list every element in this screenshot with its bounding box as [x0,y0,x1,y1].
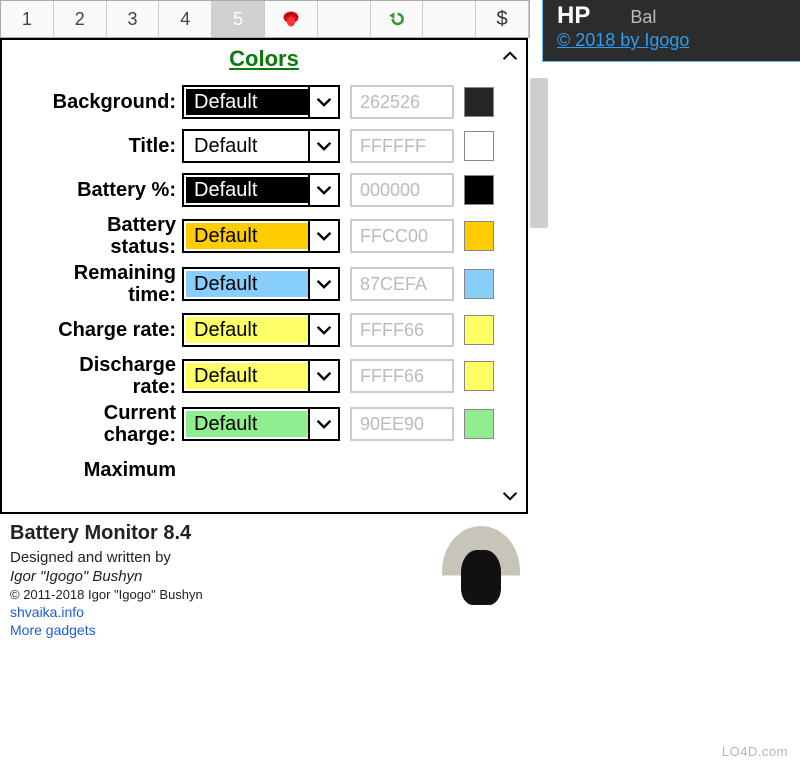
popup-bal-label: Bal [630,7,656,28]
popup-tooltip: HP Bal © 2018 by Igogo [542,0,800,62]
hex-input[interactable]: 90EE90 [350,407,454,441]
chevron-down-icon [308,409,338,439]
tab-bar: 1 2 3 4 5 $ [0,0,530,38]
dropdown-value: Default [184,409,308,439]
dropdown-value: Default [184,131,308,161]
dropdown-value: Default [184,221,308,251]
cat-icon [461,550,501,605]
watermark-text: LO4D.com [722,744,788,759]
tab-spacer-2 [423,1,476,37]
hex-input[interactable]: FFFF66 [350,313,454,347]
popup-copyright-link[interactable]: © 2018 by Igogo [557,30,689,50]
color-label: Batterystatus: [2,214,182,258]
dropdown-value: Default [184,269,308,299]
about-author: Igor "Igogo" Bushyn [10,568,432,585]
color-row: Dischargerate:Default FFFF66 [2,352,526,400]
dollar-icon[interactable]: $ [476,1,529,37]
tab-4[interactable]: 4 [159,1,212,37]
about-designed: Designed and written by [10,549,432,566]
chevron-down-icon [308,315,338,345]
app-title: Battery Monitor 8.4 [10,522,432,545]
hex-input[interactable]: FFCC00 [350,219,454,253]
color-dropdown[interactable]: Default [182,173,340,207]
chevron-down-icon [308,87,338,117]
colors-panel: Colors Background:Default262526Title:Def… [0,38,528,514]
color-swatch[interactable] [464,361,494,391]
color-row: Title:Default FFFFFF [2,124,526,168]
color-dropdown[interactable]: Default [182,219,340,253]
tab-spacer-1 [318,1,371,37]
color-dropdown[interactable]: Default [182,267,340,301]
dropdown-value: Default [184,87,308,117]
color-swatch[interactable] [464,87,494,117]
hex-input[interactable]: 262526 [350,85,454,119]
color-label: Charge rate: [2,319,182,341]
tab-1[interactable]: 1 [1,1,54,37]
hex-input[interactable]: FFFFFF [350,129,454,163]
tab-2[interactable]: 2 [54,1,107,37]
color-dropdown[interactable]: Default [182,129,340,163]
about-link-more[interactable]: More gadgets [10,622,432,638]
color-label: Title: [2,135,182,157]
tab-5[interactable]: 5 [212,1,265,37]
color-label: Currentcharge: [2,402,182,446]
about-copyright: © 2011-2018 Igor "Igogo" Bushyn [10,587,432,602]
color-label: Remainingtime: [2,262,182,306]
undo-icon[interactable] [371,1,424,37]
chevron-down-icon [308,221,338,251]
hex-input[interactable]: 87CEFA [350,267,454,301]
chevron-down-icon [308,131,338,161]
tab-3[interactable]: 3 [107,1,160,37]
color-dropdown[interactable]: Default [182,85,340,119]
dropdown-value: Default [184,361,308,391]
color-row: Currentcharge:Default 90EE90 [2,400,526,448]
color-swatch[interactable] [464,221,494,251]
color-row: Background:Default 262526 [2,80,526,124]
color-dropdown[interactable]: Default [182,313,340,347]
dropdown-value: Default [184,315,308,345]
dropdown-value: Default [184,175,308,205]
hex-input[interactable]: 000000 [350,173,454,207]
color-row: Battery %:Default 000000 [2,168,526,212]
chevron-down-icon [308,361,338,391]
color-row: Charge rate:Default FFFF66 [2,308,526,352]
color-row: Batterystatus:Default FFCC00 [2,212,526,260]
color-swatch[interactable] [464,131,494,161]
color-label: Background: [2,91,182,113]
hex-input[interactable]: FFFF66 [350,359,454,393]
color-label: Battery %: [2,179,182,201]
scroll-up-button[interactable] [500,46,520,66]
popup-hp-label: HP [557,2,590,30]
chevron-down-icon [308,175,338,205]
chevron-down-icon [308,269,338,299]
color-row-truncated: Maximum [2,448,526,492]
scrollbar-thumb[interactable] [530,78,548,228]
color-row: Remainingtime:Default 87CEFA [2,260,526,308]
about-section: Battery Monitor 8.4 Designed and written… [0,514,530,646]
color-label: Dischargerate: [2,354,182,398]
author-avatar [442,526,520,616]
color-swatch[interactable] [464,315,494,345]
tongue-icon[interactable] [265,1,318,37]
color-dropdown[interactable]: Default [182,359,340,393]
color-swatch[interactable] [464,409,494,439]
color-label: Maximum [2,459,182,481]
panel-title: Colors [2,46,526,72]
scroll-down-button[interactable] [500,486,520,506]
color-swatch[interactable] [464,175,494,205]
color-swatch[interactable] [464,269,494,299]
color-dropdown[interactable]: Default [182,407,340,441]
about-link-site[interactable]: shvaika.info [10,604,432,620]
